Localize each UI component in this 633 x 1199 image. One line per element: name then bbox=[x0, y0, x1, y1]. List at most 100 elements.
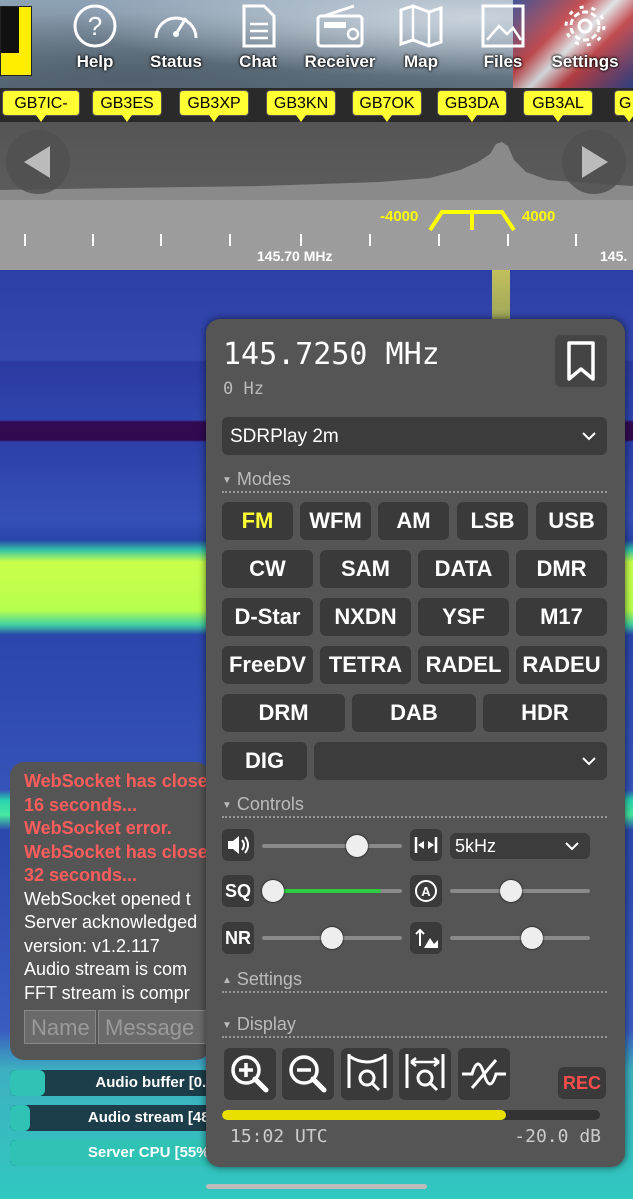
mode-radeu-button[interactable]: RADEU bbox=[516, 646, 607, 684]
frequency-offset: 0 Hz bbox=[223, 379, 264, 399]
noise-reduction-slider-knob[interactable] bbox=[321, 927, 343, 949]
home-indicator[interactable] bbox=[206, 1184, 427, 1189]
auto-gain-icon: A bbox=[415, 880, 437, 902]
modes-section-header[interactable]: ▼ Modes bbox=[222, 469, 607, 493]
receiver-logo[interactable] bbox=[0, 6, 32, 76]
bookmark-tag[interactable]: GB3AL bbox=[523, 90, 593, 122]
mode-drm-button[interactable]: DRM bbox=[222, 694, 345, 732]
bookmark-tag[interactable]: GB3DA bbox=[437, 90, 507, 122]
volume-slider[interactable] bbox=[262, 835, 402, 857]
log-message: version: v1.2.117 bbox=[24, 935, 160, 956]
chat-label: Chat bbox=[239, 52, 277, 71]
mode-usb-button[interactable]: USB bbox=[536, 502, 607, 540]
bookmark-tag[interactable]: GB3KN bbox=[266, 90, 336, 122]
mode-dstar-button[interactable]: D-Star bbox=[222, 598, 313, 636]
bookmark-icon bbox=[567, 341, 595, 381]
settings-section-label: Settings bbox=[236, 969, 302, 989]
bandwidth-button[interactable] bbox=[410, 829, 442, 861]
zoom-to-band-button[interactable] bbox=[399, 1048, 451, 1100]
scroll-right-button[interactable] bbox=[562, 130, 626, 194]
agc-slider-knob[interactable] bbox=[499, 880, 522, 902]
frequency-scale[interactable]: -4000 4000 145.70 MHz 145. bbox=[0, 200, 633, 270]
squelch-slider[interactable] bbox=[262, 880, 402, 902]
mode-data-button[interactable]: DATA bbox=[418, 550, 509, 588]
mode-dig-button[interactable]: DIG bbox=[222, 742, 307, 780]
files-button[interactable]: Files bbox=[460, 2, 546, 82]
noise-reduction-button[interactable]: NR bbox=[222, 922, 254, 954]
mode-dmr-button[interactable]: DMR bbox=[516, 550, 607, 588]
settings-section-header[interactable]: ▲ Settings bbox=[222, 969, 607, 993]
noise-reduction-slider[interactable] bbox=[262, 927, 402, 949]
help-button[interactable]: ? Help bbox=[52, 2, 138, 82]
zoom-to-passband-button[interactable] bbox=[341, 1048, 393, 1100]
mode-wfm-button[interactable]: WFM bbox=[300, 502, 371, 540]
scale-tick bbox=[92, 234, 94, 246]
controls-section-header[interactable]: ▼ Controls bbox=[222, 794, 607, 818]
mode-lsb-button[interactable]: LSB bbox=[457, 502, 528, 540]
bandwidth-icon bbox=[414, 837, 438, 853]
squelch-button[interactable]: SQ bbox=[222, 875, 254, 907]
agc-button[interactable]: A bbox=[410, 875, 442, 907]
bookmark-tag[interactable]: GB7IC-C bbox=[2, 90, 80, 138]
spectrum-trace bbox=[0, 142, 633, 200]
mode-nxdn-button[interactable]: NXDN bbox=[320, 598, 411, 636]
scale-tick bbox=[229, 234, 231, 246]
record-button[interactable]: REC bbox=[558, 1067, 606, 1099]
volume-slider-knob[interactable] bbox=[345, 835, 368, 857]
bandwidth-select[interactable]: 5kHz bbox=[450, 833, 590, 859]
display-section-header[interactable]: ▼ Display bbox=[222, 1014, 607, 1038]
gain-slider[interactable] bbox=[450, 927, 590, 949]
scale-tick bbox=[24, 234, 26, 246]
mode-tetra-button[interactable]: TETRA bbox=[320, 646, 411, 684]
log-message: WebSocket has close bbox=[24, 841, 208, 862]
settings-button[interactable]: Settings bbox=[542, 2, 628, 82]
chat-message-input[interactable]: Message bbox=[98, 1010, 208, 1044]
mode-dab-button[interactable]: DAB bbox=[352, 694, 476, 732]
passband-marker[interactable] bbox=[428, 206, 516, 232]
mute-button[interactable] bbox=[222, 829, 254, 861]
zoom-out-button[interactable] bbox=[282, 1048, 334, 1100]
mode-ysf-button[interactable]: YSF bbox=[418, 598, 509, 636]
status-button[interactable]: Status bbox=[133, 2, 219, 82]
bandwidth-value: 5kHz bbox=[455, 836, 497, 856]
chat-name-input[interactable]: Name bbox=[24, 1010, 96, 1044]
spectrum-toggle-button[interactable] bbox=[458, 1048, 510, 1100]
mode-fm-button[interactable]: FM bbox=[222, 502, 293, 540]
expand-triangle-icon: ▲ bbox=[222, 974, 232, 986]
digital-mode-select[interactable] bbox=[314, 742, 607, 780]
help-icon: ? bbox=[73, 4, 117, 48]
mode-freedv-button[interactable]: FreeDV bbox=[222, 646, 313, 684]
frequency-display[interactable]: 145.7250 MHz bbox=[223, 337, 440, 372]
zoom-in-button[interactable] bbox=[224, 1048, 276, 1100]
map-button[interactable]: Map bbox=[378, 2, 464, 82]
log-panel[interactable]: WebSocket has close 16 seconds... WebSoc… bbox=[10, 762, 210, 1060]
mode-hdr-button[interactable]: HDR bbox=[483, 694, 607, 732]
gain-button[interactable] bbox=[410, 922, 442, 954]
bookmark-tag[interactable]: GB7OK bbox=[352, 90, 422, 122]
zoom-in-icon bbox=[231, 1055, 269, 1093]
squelch-slider-knob[interactable] bbox=[262, 880, 284, 902]
mode-m17-button[interactable]: M17 bbox=[516, 598, 607, 636]
bandwidth-high-label: 4000 bbox=[522, 208, 556, 225]
mode-am-button[interactable]: AM bbox=[378, 502, 449, 540]
agc-slider[interactable] bbox=[450, 880, 590, 902]
spectrum-display[interactable] bbox=[0, 122, 633, 200]
map-icon bbox=[399, 4, 443, 48]
mode-sam-button[interactable]: SAM bbox=[320, 550, 411, 588]
scroll-left-button[interactable] bbox=[6, 130, 70, 194]
add-bookmark-button[interactable] bbox=[555, 335, 607, 387]
svg-text:A: A bbox=[421, 884, 431, 899]
log-message: Audio stream is com bbox=[24, 959, 188, 979]
chat-button[interactable]: Chat bbox=[215, 2, 301, 82]
receiver-button[interactable]: Receiver bbox=[297, 2, 383, 82]
mode-radel-button[interactable]: RADEL bbox=[418, 646, 509, 684]
collapse-triangle-icon: ▼ bbox=[222, 474, 232, 486]
bookmark-tag[interactable]: GB3ES bbox=[92, 90, 162, 122]
gain-slider-knob[interactable] bbox=[520, 927, 543, 949]
sdr-profile-select[interactable]: SDRPlay 2m bbox=[222, 417, 607, 455]
bookmark-tag[interactable]: G bbox=[614, 90, 633, 122]
mode-cw-button[interactable]: CW bbox=[222, 550, 313, 588]
bookmark-tag[interactable]: GB3XP bbox=[179, 90, 249, 122]
top-header-bar: ? Help Status Chat Receiver Map Files Se… bbox=[0, 0, 633, 88]
scale-tick bbox=[507, 234, 509, 246]
